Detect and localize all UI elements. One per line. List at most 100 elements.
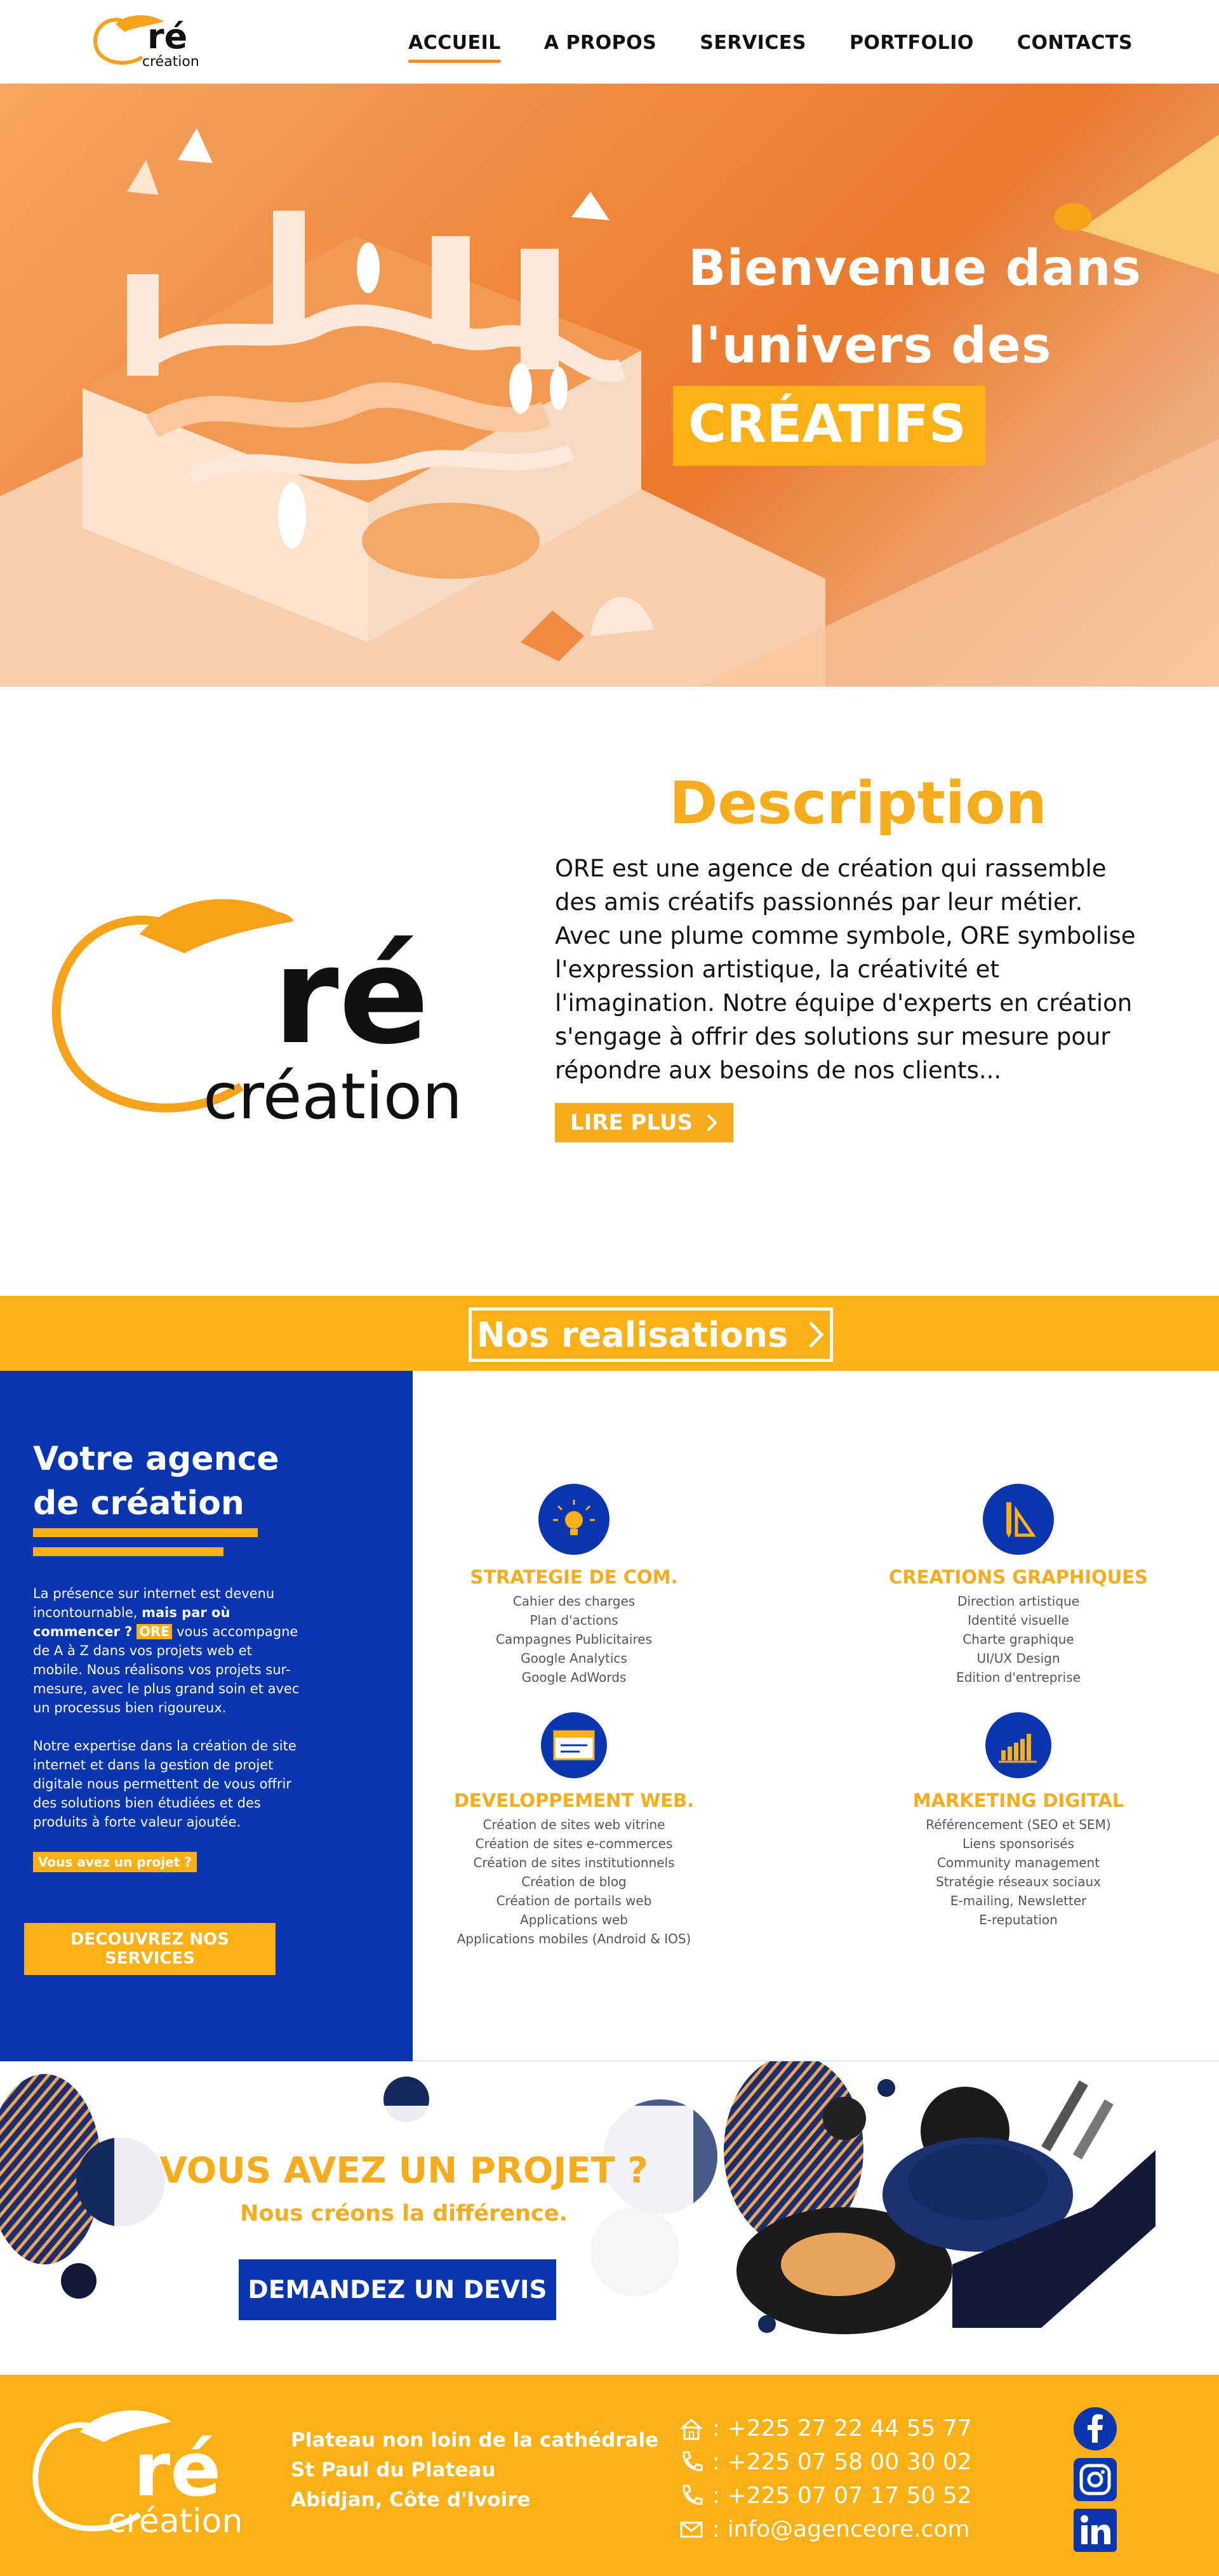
- browser-window-icon: [541, 1712, 607, 1778]
- hero-banner: Bienvenue dans l'univers des CRÉATIFS: [0, 84, 1219, 687]
- realisations-label: Nos realisations: [476, 1314, 789, 1355]
- agency-title-line-1: Votre agence: [33, 1440, 279, 1478]
- home-icon: [677, 2414, 706, 2443]
- svg-text:création: création: [203, 1059, 462, 1133]
- realisations-button[interactable]: Nos realisations: [469, 1307, 833, 1362]
- service-item: E-reputation: [979, 1912, 1058, 1927]
- service-item: Création de blog: [521, 1874, 627, 1889]
- service-item: Création de sites e-commerces: [475, 1836, 673, 1851]
- social-links: [1070, 2407, 1120, 2553]
- read-more-button[interactable]: LIRE PLUS: [555, 1103, 734, 1142]
- service-item: Charte graphique: [963, 1632, 1074, 1647]
- ore-logo[interactable]: ré création: [89, 9, 216, 72]
- contact-text: : +225 07 07 17 50 52: [712, 2483, 972, 2509]
- agency-paragraph-1: La présence sur internet est devenu inco…: [33, 1584, 300, 1717]
- phone-icon: [677, 2481, 706, 2511]
- service-item: Référencement (SEO et SEM): [926, 1817, 1111, 1832]
- contact-text: : +225 27 22 44 55 77: [712, 2415, 972, 2441]
- service-item: UI/UX Design: [976, 1651, 1060, 1666]
- address-block: Plateau non loin de la cathédrale St Pau…: [291, 2426, 658, 2515]
- instagram-icon[interactable]: [1070, 2457, 1120, 2502]
- design-tools-icon: [983, 1484, 1054, 1555]
- address-line: Abidjan, Côte d'Ivoire: [291, 2488, 531, 2511]
- service-marketing: MARKETING DIGITAL Référencement (SEO et …: [828, 1712, 1209, 1929]
- service-title: CREATIONS GRAPHIQUES: [889, 1566, 1148, 1588]
- logo-subtext: création: [142, 54, 199, 70]
- description-title: Description: [669, 769, 1048, 837]
- service-item: Création de sites web vitrine: [483, 1817, 665, 1832]
- service-item: Applications web: [520, 1912, 628, 1927]
- service-title: MARKETING DIGITAL: [912, 1790, 1124, 1811]
- service-strategie: STRATEGIE DE COM. Cahier des charges Pla…: [383, 1484, 764, 1687]
- chevron-right-icon: [809, 1321, 824, 1348]
- agency-p1-highlight: ORE: [137, 1624, 173, 1639]
- service-item: Edition d'entreprise: [956, 1670, 1081, 1685]
- decorative-bar: [33, 1528, 258, 1537]
- ore-logo-large: ré création: [51, 899, 462, 1133]
- hero-line-2: l'univers des: [688, 317, 1052, 374]
- service-item: Applications mobiles (Android & IOS): [456, 1931, 691, 1946]
- decorative-bar: [33, 1547, 223, 1556]
- services-section: Votre agence de création La présence sur…: [0, 1371, 1219, 2061]
- description-text: ORE est une agence de création qui rasse…: [555, 855, 1136, 1084]
- chevron-right-icon: [707, 1114, 717, 1132]
- contact-phone-landline[interactable]: : +225 27 22 44 55 77: [677, 2412, 972, 2445]
- service-developpement: DEVELOPPEMENT WEB. Création de sites web…: [383, 1712, 764, 1948]
- mail-icon: [677, 2515, 706, 2544]
- service-item: Identité visuelle: [968, 1613, 1069, 1628]
- address-line: St Paul du Plateau: [291, 2459, 496, 2481]
- nav-portfolio[interactable]: PORTFOLIO: [849, 32, 974, 54]
- hero-heading: Bienvenue dans l'univers des CRÉATIFS: [673, 230, 1142, 466]
- contact-list: : +225 27 22 44 55 77 : +225 07 58 00 30…: [677, 2412, 972, 2546]
- agency-title: Votre agence de création: [33, 1437, 389, 1526]
- facebook-icon[interactable]: [1070, 2407, 1120, 2451]
- read-more-label: LIRE PLUS: [570, 1110, 693, 1135]
- request-quote-button[interactable]: DEMANDEZ UN DEVIS: [239, 2259, 556, 2320]
- top-navbar: ré création ACCUEIL A PROPOS SERVICES PO…: [0, 0, 1219, 84]
- footer: ré création Plateau non loin de la cathé…: [0, 2375, 1219, 2576]
- service-title: DEVELOPPEMENT WEB.: [453, 1790, 695, 1811]
- service-item: Création de portails web: [496, 1893, 652, 1908]
- service-title: STRATEGIE DE COM.: [470, 1566, 678, 1588]
- bar-chart-icon: [985, 1712, 1051, 1778]
- contact-phone-mobile-1[interactable]: : +225 07 58 00 30 02: [677, 2445, 972, 2479]
- nav-services[interactable]: SERVICES: [700, 32, 806, 54]
- service-item: Google AdWords: [521, 1670, 627, 1685]
- agency-title-line-2: de création: [33, 1484, 244, 1522]
- main-menu: ACCUEIL A PROPOS SERVICES PORTFOLIO CONT…: [408, 32, 1133, 63]
- service-creations: CREATIONS GRAPHIQUES Direction artistiqu…: [828, 1484, 1209, 1687]
- service-item: E-mailing, Newsletter: [950, 1893, 1087, 1908]
- service-item: Stratégie réseaux sociaux: [936, 1874, 1101, 1889]
- nav-a-propos[interactable]: A PROPOS: [544, 32, 656, 54]
- logo-text: ré: [147, 17, 187, 56]
- project-section: VOUS AVEZ UN PROJET ? Nous créons la dif…: [0, 2061, 1219, 2375]
- nav-contacts[interactable]: CONTACTS: [1017, 32, 1133, 54]
- ore-logo-footer[interactable]: ré création: [25, 2400, 260, 2540]
- svg-text:ré: ré: [273, 918, 429, 1074]
- discover-services-button[interactable]: DECOUVREZ NOS SERVICES: [24, 1923, 276, 1975]
- hero-line-1: Bienvenue dans: [688, 240, 1142, 297]
- agency-panel: Votre agence de création La présence sur…: [0, 1371, 413, 2061]
- phone-icon: [677, 2448, 706, 2477]
- agency-paragraph-2: Notre expertise dans la création de site…: [33, 1738, 296, 1830]
- service-item: Campagnes Publicitaires: [495, 1632, 652, 1647]
- contact-email[interactable]: : info@agenceore.com: [677, 2513, 972, 2546]
- description-section: ré création Description ORE est une agen…: [0, 687, 1219, 1296]
- service-item: Cahier des charges: [512, 1594, 636, 1609]
- project-question-tag: Vous avez un projet ?: [33, 1852, 197, 1872]
- service-item: Plan d'actions: [530, 1613, 618, 1628]
- svg-text:création: création: [108, 2502, 243, 2540]
- linkedin-icon[interactable]: [1070, 2508, 1120, 2553]
- contact-phone-mobile-2[interactable]: : +225 07 07 17 50 52: [677, 2479, 972, 2513]
- realisations-band: Nos realisations: [0, 1296, 1219, 1371]
- svg-text:ré: ré: [133, 2426, 221, 2513]
- service-item: Direction artistique: [957, 1594, 1080, 1609]
- project-title: VOUS AVEZ UN PROJET ?: [159, 2150, 648, 2191]
- project-card: VOUS AVEZ UN PROJET ? Nous créons la dif…: [114, 2106, 693, 2325]
- contact-text: : +225 07 58 00 30 02: [712, 2449, 972, 2475]
- nav-accueil[interactable]: ACCUEIL: [408, 32, 501, 63]
- project-subtitle: Nous créons la différence.: [240, 2201, 568, 2226]
- service-item: Création de sites institutionnels: [473, 1855, 675, 1870]
- hero-highlight: CRÉATIFS: [673, 386, 985, 466]
- service-item: Community management: [936, 1855, 1100, 1870]
